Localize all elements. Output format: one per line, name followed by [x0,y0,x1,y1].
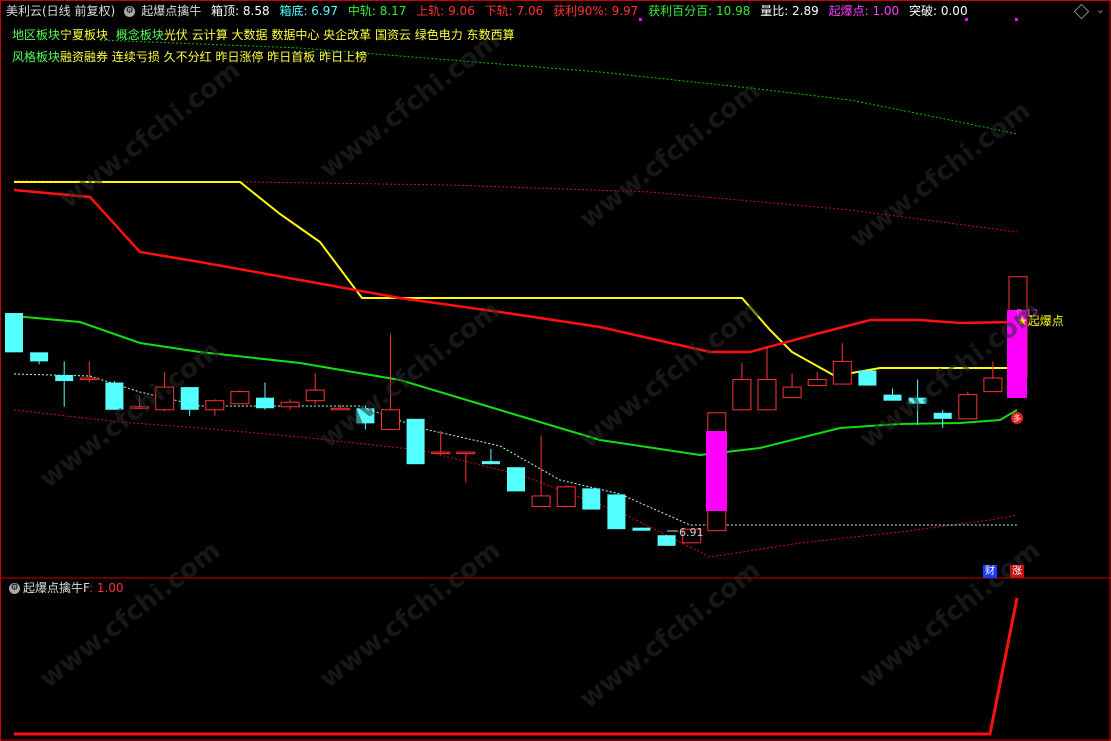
candle-body [732,379,752,411]
box-bottom-value: 箱底: 6.97 [279,4,339,18]
candle-body [983,377,1003,393]
profit-90-value: 获利90%: 9.97 [553,4,639,18]
candle-body [55,375,74,382]
concept-label: 概念板块 [115,28,164,42]
indicator-name: 起爆点擒牛 [141,4,202,18]
style-list: 融资融券 连续亏损 久不分红 昨日涨停 昨日首板 昨日上榜 [60,50,368,64]
candle-body [531,495,551,508]
region-label: 地区板块 [12,28,61,42]
candle-body [607,494,626,530]
upper-rail-value: 上轨: 9.06 [416,4,475,18]
stock-title: 美利云(日线 前复权) [6,4,116,18]
candle-body [230,391,250,405]
candle-body [507,467,525,492]
volume-ratio-value: 量比: 2.89 [760,4,819,18]
breakout-value: 突破: 0.00 [909,4,968,18]
box-top-value: 箱顶: 8.58 [211,4,270,18]
sub-panel-value: : 1.00 [88,581,124,595]
badge-limit-up[interactable]: 涨 [1010,565,1024,578]
settings-gear-icon[interactable]: ⚙ [124,6,136,17]
candle-body [858,370,877,386]
candle-body [30,352,49,362]
info-header: 美利云(日线 前复权) ⚙ 起爆点擒牛 箱顶: 8.58 箱底: 6.97 中轨: … [6,3,974,19]
style-label: 风格板块 [12,50,61,64]
candle-body [481,461,500,465]
candle-body [556,486,576,508]
signal-circle-text: 多 [1013,413,1021,423]
low-price-label: 6.91 [679,526,704,539]
concept-list: 光伏 云计算 大数据 数据中心 央企改革 国资云 绿色电力 东数西算 [163,28,515,42]
lower-rail-value: 下轨: 7.06 [484,4,544,18]
chevron-down-icon[interactable]: ⌄ [1096,3,1105,16]
candle-body [431,451,451,455]
sub-panel-header: ⚙ 起爆点擒牛F: 1.00 [6,580,124,596]
style-row: 风格板块融资融券 连续亏损 久不分红 昨日涨停 昨日首板 昨日上榜 [12,50,371,65]
candle-body [582,488,601,510]
candle-body [79,377,99,381]
burst-bar [706,431,727,511]
candle-body [657,535,676,546]
candle-body [305,389,325,402]
candle-body [832,360,852,385]
candle-body [632,527,651,531]
sub-settings-gear-icon[interactable]: ⚙ [9,583,20,594]
region-value: 宁夏板块 [60,28,109,42]
candle-body [280,401,300,408]
marker-dot [1015,18,1018,21]
badge-finance[interactable]: 财 [983,565,997,578]
candle-body [456,451,476,455]
region-concept-row: 地区板块宁夏板块 概念板块光伏 云计算 大数据 数据中心 央企改革 国资云 绿色… [12,28,519,43]
candle-body [406,418,425,465]
candle-body [5,313,23,353]
profit-pct-value: 获利百分百: 10.98 [648,4,751,18]
sub-panel-title: 起爆点擒牛F [23,581,89,595]
mid-rail-value: 中轨: 8.17 [347,4,407,18]
candle-body [205,400,225,411]
candle-body [958,394,978,420]
candle-body [807,379,827,387]
candle-body [757,379,777,411]
burst-point-value: 起爆点: 1.00 [828,4,900,18]
candle-body [933,412,952,419]
candle-body [256,397,274,409]
candle-body [782,386,802,399]
